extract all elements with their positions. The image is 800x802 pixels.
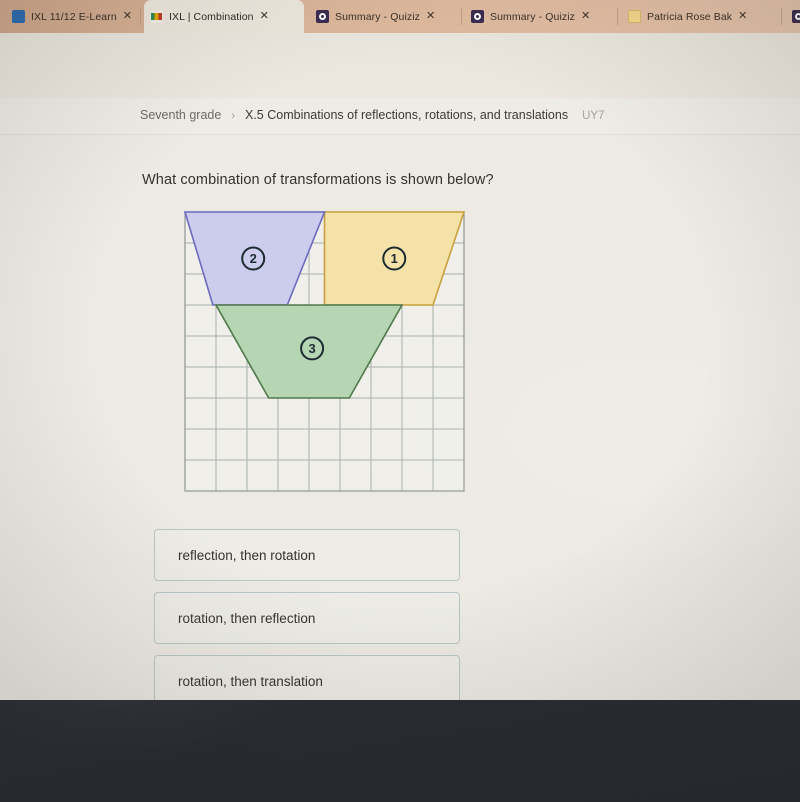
quizizz-icon: [471, 10, 484, 23]
browser-toolbar: ← → ⟳ ⌂ ixl.com/math/grade-7/combination…: [0, 33, 800, 95]
monitor-screen: IXL 11/12 E-Learn ✕ IXL | Combination ✕ …: [0, 0, 800, 700]
browser-tab-5[interactable]: Patricia Rose Bak ✕: [622, 0, 778, 33]
browser-tab-title: Summary - Quiziz: [490, 10, 576, 23]
ixl-icon: [150, 10, 163, 23]
answer-choice-label: rotation, then reflection: [178, 610, 316, 626]
answer-choice-1[interactable]: reflection, then rotation: [154, 529, 460, 581]
browser-tab-6[interactable]: [786, 0, 800, 33]
skill-code: UY7: [582, 110, 605, 122]
answer-choice-label: rotation, then translation: [178, 673, 323, 689]
answer-choice-3[interactable]: rotation, then translation: [154, 655, 460, 700]
answer-choice-2[interactable]: rotation, then reflection: [154, 592, 460, 644]
breadcrumb-bar: Seventh grade › X.5 Combinations of refl…: [0, 98, 800, 135]
ixl-page: Seventh grade › X.5 Combinations of refl…: [0, 98, 800, 700]
quizizz-icon: [316, 10, 329, 23]
browser-tab-2[interactable]: IXL | Combination ✕: [144, 0, 304, 33]
browser-tab-strip: IXL 11/12 E-Learn ✕ IXL | Combination ✕ …: [0, 0, 800, 33]
browser-tab-title: Summary - Quiziz: [335, 10, 421, 23]
chevron-right-icon: ›: [231, 110, 235, 122]
answer-choice-label: reflection, then rotation: [178, 547, 316, 563]
answer-choice-list: reflection, then rotation rotation, then…: [154, 529, 460, 700]
breadcrumb: Seventh grade › X.5 Combinations of refl…: [140, 108, 604, 122]
browser-tab-1[interactable]: IXL 11/12 E-Learn ✕: [6, 0, 138, 33]
shape-label-text: 1: [391, 251, 398, 266]
bookmarks-bar: classroom ♡ mastery connect ♡ K! kahoot …: [0, 68, 800, 155]
transformation-figure: 1 2 3: [183, 211, 466, 497]
close-icon[interactable]: ✕: [738, 11, 747, 22]
browser-tab-4[interactable]: Summary - Quiziz ✕: [465, 0, 613, 33]
browser-tab-3[interactable]: Summary - Quiziz ✕: [310, 0, 458, 33]
breadcrumb-grade[interactable]: Seventh grade: [140, 108, 221, 122]
close-icon[interactable]: ✕: [123, 11, 132, 22]
browser-tab-title: Patricia Rose Bak: [647, 10, 733, 23]
close-icon[interactable]: ✕: [426, 11, 435, 22]
shape-label-text: 3: [308, 341, 315, 356]
shape-label-text: 2: [250, 251, 257, 266]
ixl-blue-icon: [12, 10, 25, 23]
quizizz-icon: [792, 10, 800, 23]
document-icon: [628, 10, 641, 23]
grid-svg: 1 2 3: [183, 211, 466, 492]
browser-tab-title: IXL | Combination: [169, 10, 254, 23]
browser-tab-title: IXL 11/12 E-Learn: [31, 10, 117, 23]
breadcrumb-skill: X.5 Combinations of reflections, rotatio…: [244, 108, 569, 122]
question-text: What combination of transformations is s…: [142, 172, 494, 188]
close-icon[interactable]: ✕: [260, 11, 269, 22]
screenshot-root: IXL 11/12 E-Learn ✕ IXL | Combination ✕ …: [0, 0, 800, 802]
close-icon[interactable]: ✕: [581, 11, 590, 22]
